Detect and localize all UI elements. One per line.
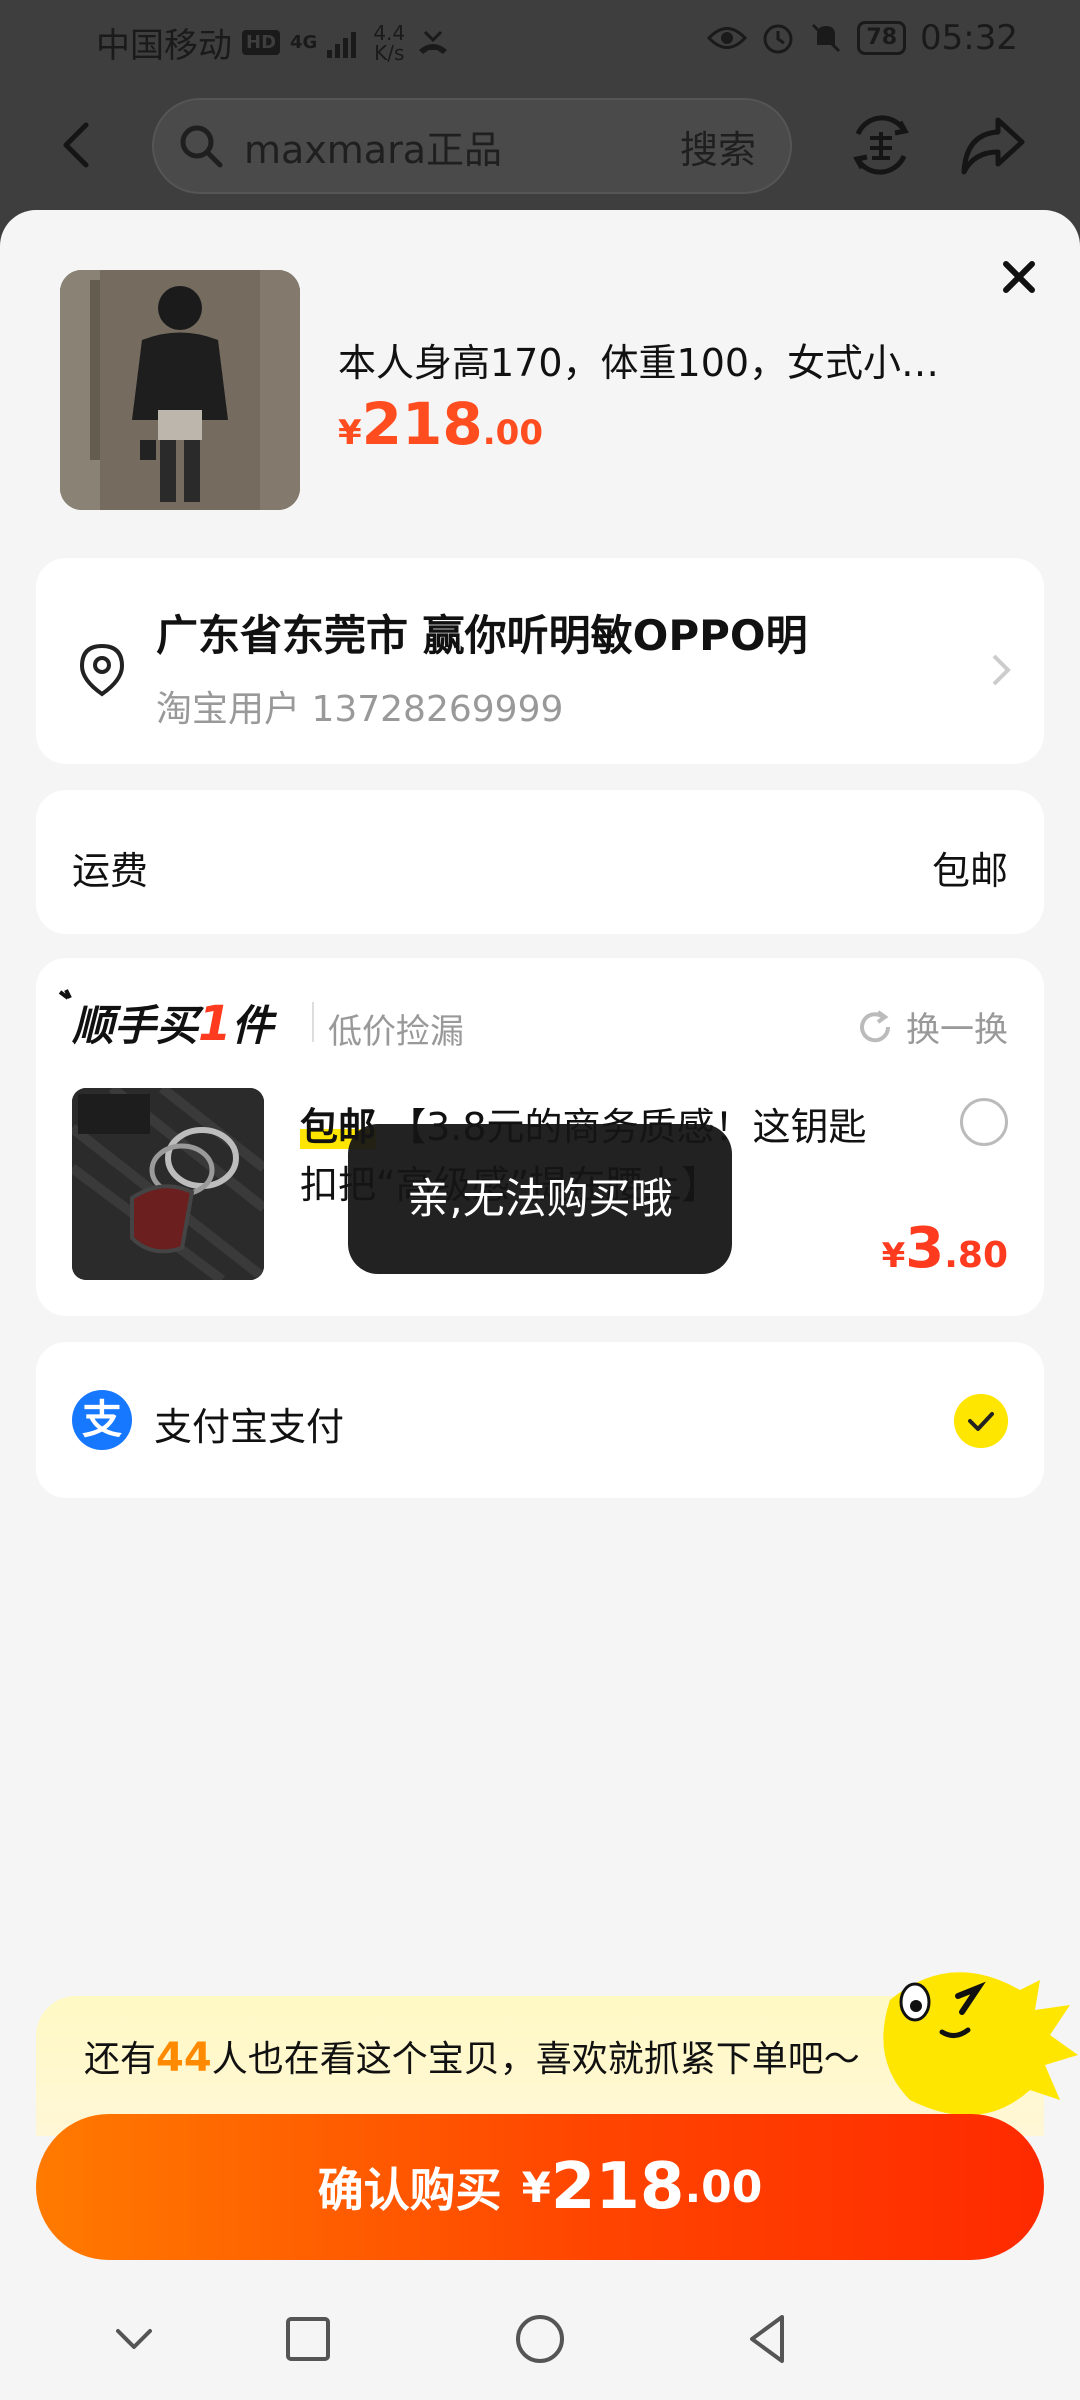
check-icon[interactable]: [954, 1394, 1008, 1448]
urgency-suffix: 人也在看这个宝贝，喜欢就抓紧下单吧～: [211, 2039, 860, 2080]
search-icon: [180, 125, 223, 168]
product-price-currency: ¥: [338, 413, 362, 453]
addon-title-number: 1: [198, 996, 232, 1052]
clock: 05:32: [920, 18, 1018, 58]
shipping-label: 运费: [72, 849, 149, 893]
mascot-icon: [883, 1972, 1078, 2116]
address-card[interactable]: 广东省东莞市 赢你听明敏OPPO明 淘宝用户 13728269999: [36, 558, 1044, 764]
swap-button[interactable]: 换一换: [856, 1002, 1008, 1051]
confirm-buy-label: 确认购买: [317, 2163, 502, 2217]
eye-icon: [707, 27, 748, 49]
shipping-row: 运费 包邮: [36, 790, 1044, 934]
top-bar: maxmara正品 搜索: [0, 90, 1080, 200]
addon-select-radio[interactable]: [960, 1098, 1008, 1146]
mute-icon: [812, 23, 841, 53]
toast-message: 亲,无法购买哦: [348, 1124, 732, 1274]
signal-type: 4G: [290, 31, 318, 53]
alipay-logo: 支: [72, 1390, 132, 1450]
net-speed-unit: K/s: [374, 40, 405, 65]
recents-square-icon[interactable]: [278, 2309, 338, 2369]
share-icon[interactable]: [958, 112, 1028, 178]
alarm-icon: [763, 24, 793, 54]
addon-price-integer: 3: [905, 1216, 945, 1281]
signal-icon: [327, 31, 357, 58]
urgency-text: 还有44人也在看这个宝贝，喜欢就抓紧下单吧～: [84, 2030, 860, 2082]
system-nav-bar: [0, 2275, 1080, 2400]
addon-price-currency: ¥: [881, 1236, 906, 1276]
missed-call-icon: [419, 30, 448, 54]
product-price-integer: 218: [361, 390, 483, 458]
shipping-value: 包邮: [931, 849, 1008, 893]
chevron-down-icon[interactable]: [104, 2309, 164, 2369]
carrier-name: 中国移动: [96, 26, 232, 66]
addon-title-prefix: 顺手买: [72, 1001, 199, 1050]
addon-subtitle: 低价捡漏: [328, 1012, 464, 1052]
addon-title-suffix: 件: [231, 1001, 274, 1050]
payment-label: 支付宝支付: [154, 1405, 345, 1449]
product-price: ¥218.00: [338, 390, 543, 458]
addon-item-image[interactable]: [72, 1088, 264, 1280]
hd-badge: HD: [242, 30, 281, 55]
status-bar: 中国移动 HD 4G 4.4 K/s 78 05:32: [0, 0, 1080, 80]
recipient-line: 淘宝用户 13728269999: [156, 689, 564, 730]
net-speed: 4.4 K/s: [373, 23, 405, 63]
urgency-prefix: 还有: [84, 2039, 157, 2080]
product-image: [60, 270, 300, 510]
search-input[interactable]: maxmara正品 搜索: [152, 98, 792, 194]
swap-label: 换一换: [906, 1010, 1008, 1050]
payment-method-row[interactable]: 支 支付宝支付: [36, 1342, 1044, 1498]
search-button[interactable]: 搜索: [680, 119, 756, 174]
viewer-count: 44: [156, 2035, 212, 2081]
refresh-icon: [860, 1009, 891, 1042]
search-query: maxmara正品: [244, 127, 503, 172]
addon-item-price: ¥3.80: [882, 1216, 1008, 1281]
sell-icon[interactable]: [848, 112, 914, 178]
home-circle-icon[interactable]: [510, 2309, 570, 2369]
addon-title: 顺手买1件: [72, 992, 273, 1053]
location-pin-icon: [79, 643, 125, 697]
chevron-right-icon: [992, 654, 1011, 686]
addon-divider: [312, 1002, 314, 1042]
net-speed-value: 4.4: [373, 20, 406, 45]
confirm-buy-currency: ¥: [521, 2162, 551, 2212]
back-triangle-icon[interactable]: [738, 2309, 798, 2369]
confirm-buy-button[interactable]: 确认购买 ¥218.00: [36, 2114, 1044, 2260]
back-icon[interactable]: [48, 115, 108, 175]
battery-indicator: 78: [857, 21, 907, 55]
confirm-buy-price-decimal: .00: [684, 2161, 763, 2213]
confirm-buy-price-integer: 218: [550, 2150, 685, 2224]
product-price-decimal: .00: [482, 413, 543, 453]
address-line: 广东省东莞市 赢你听明敏OPPO明: [156, 611, 808, 660]
product-title: 本人身高170，体重100，女式小…: [338, 341, 940, 385]
product-summary: 本人身高170，体重100，女式小… ¥218.00: [60, 270, 1020, 510]
addon-price-decimal: .80: [944, 1235, 1008, 1276]
